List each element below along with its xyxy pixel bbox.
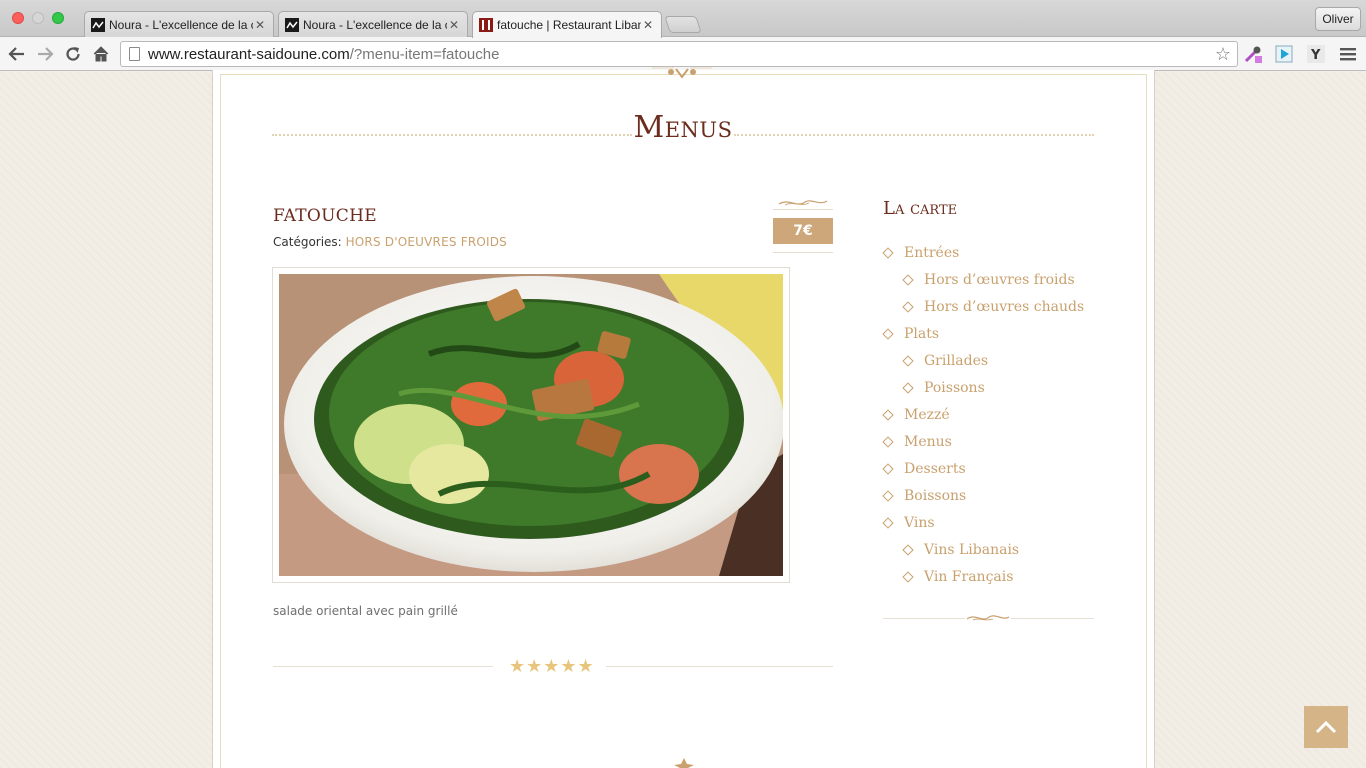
sidebar-item-label: Plats <box>904 325 940 342</box>
rating-divider-left <box>273 666 493 667</box>
rating-row: ★★★★★ <box>273 656 833 677</box>
sidebar-item-vin-francais[interactable]: Vin Français <box>883 563 1084 590</box>
sidebar-item-mezze[interactable]: Mezzé <box>882 401 1084 428</box>
diamond-bullet-icon <box>882 489 894 502</box>
new-tab-button[interactable] <box>664 16 702 33</box>
category-link[interactable]: HORS D'OEUVRES FROIDS <box>346 235 507 249</box>
tab-title: Noura - L'excellence de la c <box>303 17 447 32</box>
sidebar-item-label: Poissons <box>924 379 985 396</box>
bookmark-star-icon[interactable]: ☆ <box>1215 44 1231 65</box>
home-icon[interactable] <box>89 42 113 66</box>
bottom-ornament-icon <box>674 758 694 768</box>
diamond-bullet-icon <box>902 381 914 394</box>
sidebar-ornament-icon <box>965 611 1011 625</box>
url-path: /?menu-item=fatouche <box>349 45 500 63</box>
menu-item-name: FATOUCHE <box>273 206 377 226</box>
sidebar-menu: Entrées Hors d’œuvres froids Hors d’œuvr… <box>882 239 1084 590</box>
diamond-bullet-icon <box>902 273 914 286</box>
menu-item-photo-frame <box>272 267 790 583</box>
url-host: www.restaurant-saidoune.com <box>148 45 350 63</box>
browser-tab[interactable]: Noura - L'excellence de la c ✕ <box>278 11 468 37</box>
back-icon[interactable] <box>5 42 29 66</box>
sidebar-item-label: Vins <box>904 514 935 531</box>
minimize-window-button[interactable] <box>32 12 44 24</box>
fattoush-salad-photo <box>279 274 783 576</box>
page-icon <box>129 47 140 61</box>
diamond-bullet-icon <box>882 435 894 448</box>
rating-divider-right <box>606 666 833 667</box>
browser-tab-bar: Noura - L'excellence de la c ✕ Noura - L… <box>0 0 1366 38</box>
categories-label: Catégories: <box>273 235 342 249</box>
y-extension-icon[interactable]: Y <box>1306 44 1326 64</box>
diamond-bullet-icon <box>882 327 894 340</box>
sidebar-item-label: Boissons <box>904 487 967 504</box>
diamond-bullet-icon <box>882 246 894 259</box>
sidebar-item-poissons[interactable]: Poissons <box>883 374 1084 401</box>
back-to-top-button[interactable] <box>1304 706 1348 748</box>
tab-title: Noura - L'excellence de la c <box>109 17 253 32</box>
chevron-up-icon <box>1315 720 1337 734</box>
noura-favicon-icon <box>285 17 299 32</box>
profile-button[interactable]: Oliver <box>1315 7 1361 31</box>
tab-close-icon[interactable]: ✕ <box>641 18 655 32</box>
sidebar-item-vins-libanais[interactable]: Vins Libanais <box>883 536 1084 563</box>
browser-tab-active[interactable]: fatouche | Restaurant Liban ✕ <box>472 11 662 38</box>
sidebar-item-hors-oeuvres-chauds[interactable]: Hors d’œuvres chauds <box>883 293 1084 320</box>
eyedropper-extension-icon[interactable] <box>1243 44 1263 64</box>
sidebar-item-label: Desserts <box>904 460 966 477</box>
diamond-bullet-icon <box>902 300 914 313</box>
sidebar-item-label: Vins Libanais <box>924 541 1020 558</box>
sidebar-item-entrees[interactable]: Entrées <box>882 239 1084 266</box>
diamond-bullet-icon <box>902 570 914 583</box>
sidebar-item-label: Mezzé <box>904 406 950 423</box>
sidebar-item-label: Entrées <box>904 244 960 261</box>
sidebar-item-plats[interactable]: Plats <box>882 320 1084 347</box>
tab-close-icon[interactable]: ✕ <box>447 18 461 32</box>
page-title: Menus <box>633 110 733 145</box>
menu-icon[interactable] <box>1338 44 1358 64</box>
price-badge: 7€ <box>773 218 833 244</box>
price-ornament-icon <box>778 200 828 206</box>
diamond-bullet-icon <box>902 543 914 556</box>
price-divider-top <box>773 209 833 210</box>
sidebar-item-desserts[interactable]: Desserts <box>882 455 1084 482</box>
sidebar-item-label: Hors d’œuvres froids <box>924 271 1075 288</box>
sidebar-item-menus[interactable]: Menus <box>882 428 1084 455</box>
tab-close-icon[interactable]: ✕ <box>253 18 267 32</box>
sidebar-item-vins[interactable]: Vins <box>882 509 1084 536</box>
menu-item-description: salade oriental avec pain grillé <box>273 604 458 618</box>
sidebar-item-label: Hors d’œuvres chauds <box>924 298 1085 315</box>
sidebar-item-boissons[interactable]: Boissons <box>882 482 1084 509</box>
address-bar[interactable]: www.restaurant-saidoune.com/?menu-item=f… <box>120 41 1238 67</box>
sidebar-item-label: Menus <box>904 433 952 450</box>
sidebar-item-label: Grillades <box>924 352 989 369</box>
cast-extension-icon[interactable] <box>1274 44 1294 64</box>
browser-tab[interactable]: Noura - L'excellence de la c ✕ <box>84 11 274 37</box>
price-divider-bottom <box>773 252 833 253</box>
svg-text:Y: Y <box>1310 48 1321 63</box>
diamond-bullet-icon <box>902 354 914 367</box>
menu-item-categories: Catégories: HORS D'OEUVRES FROIDS <box>273 235 507 249</box>
close-window-button[interactable] <box>12 12 24 24</box>
sidebar-title: La carte <box>883 198 958 219</box>
forward-icon[interactable] <box>33 42 57 66</box>
sidebar-item-grillades[interactable]: Grillades <box>883 347 1084 374</box>
tab-title: fatouche | Restaurant Liban <box>497 18 641 32</box>
maximize-window-button[interactable] <box>52 12 64 24</box>
noura-favicon-icon <box>91 17 105 32</box>
page-viewport: Menus FATOUCHE Catégories: HORS D'OEUVRE… <box>0 67 1366 768</box>
url-text[interactable]: www.restaurant-saidoune.com/?menu-item=f… <box>148 46 499 63</box>
diamond-bullet-icon <box>882 516 894 529</box>
sidebar-item-label: Vin Français <box>924 568 1014 585</box>
diamond-bullet-icon <box>882 462 894 475</box>
star-rating: ★★★★★ <box>509 656 595 677</box>
section-title: Menus <box>272 110 1094 154</box>
top-ornament-icon <box>652 67 712 79</box>
sidebar-item-hors-oeuvres-froids[interactable]: Hors d’œuvres froids <box>883 266 1084 293</box>
diamond-bullet-icon <box>882 408 894 421</box>
reload-icon[interactable] <box>61 42 85 66</box>
restaurant-favicon-icon <box>479 18 493 32</box>
